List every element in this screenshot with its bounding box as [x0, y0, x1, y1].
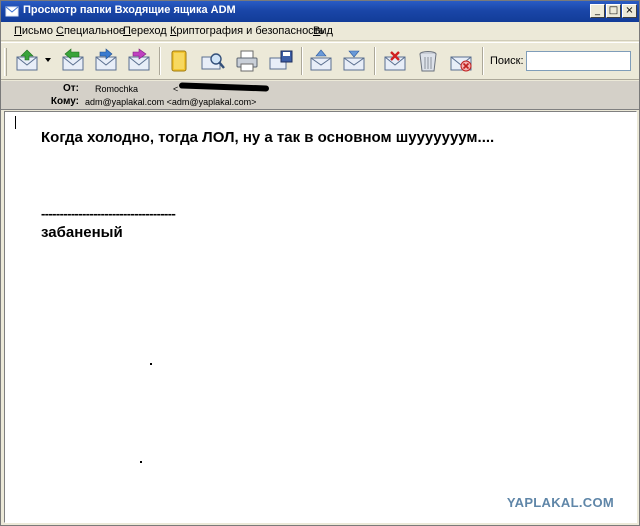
search-input[interactable]: [526, 51, 631, 71]
search-label: Поиск:: [490, 55, 524, 67]
next-message-icon[interactable]: [340, 47, 368, 75]
title-bar[interactable]: Просмотр папки Входящие ящика ADM _ □ ×: [1, 1, 639, 22]
junk-icon[interactable]: [447, 47, 475, 75]
save-icon[interactable]: [267, 47, 295, 75]
get-mail-icon[interactable]: [13, 47, 41, 75]
from-address[interactable]: <: [173, 84, 178, 94]
get-mail-dropdown-icon[interactable]: [45, 58, 51, 62]
trash-icon[interactable]: [414, 47, 442, 75]
menu-item-goto[interactable]: Переход: [123, 25, 167, 37]
message-header-pane: От: Romochka < Кому: adm@yaplakal.com <a…: [1, 81, 639, 110]
mail-window: Просмотр папки Входящие ящика ADM _ □ × …: [0, 0, 640, 526]
forward-icon[interactable]: [125, 47, 153, 75]
message-text-line: Когда холодно, тогда ЛОЛ, ну а так в осн…: [41, 129, 495, 146]
text-caret: [15, 116, 16, 129]
toolbar-separator: [159, 47, 161, 75]
toolbar-separator: [482, 47, 484, 75]
toolbar-grip[interactable]: [4, 48, 7, 76]
scan-speck: [150, 363, 152, 365]
menu-item-crypto[interactable]: Криптография и безопасность: [170, 25, 324, 37]
message-body[interactable]: Когда холодно, тогда ЛОЛ, ну а так в осн…: [4, 111, 637, 523]
to-label: Кому:: [50, 96, 79, 107]
previous-message-icon[interactable]: [307, 47, 335, 75]
find-icon[interactable]: [199, 47, 227, 75]
menu-item-view[interactable]: Вид: [313, 25, 333, 37]
signature-separator: ------------------------------------: [41, 206, 176, 221]
maximize-button[interactable]: □: [606, 4, 621, 18]
to-value[interactable]: adm@yaplakal.com <adm@yaplakal.com>: [85, 97, 256, 107]
mail-app-icon: [5, 6, 19, 17]
toolbar-separator: [374, 47, 376, 75]
signature-text: забаненый: [41, 224, 123, 241]
redaction-mark: [178, 82, 270, 92]
reply-all-icon[interactable]: [92, 47, 120, 75]
from-name[interactable]: Romochka: [95, 84, 138, 94]
menu-item-special[interactable]: Специальное: [56, 25, 125, 37]
minimize-button[interactable]: _: [590, 4, 605, 18]
toolbar: Поиск:: [1, 42, 639, 80]
reply-icon[interactable]: [59, 47, 87, 75]
toolbar-separator: [301, 47, 303, 75]
address-book-icon[interactable]: [165, 47, 193, 75]
delete-icon[interactable]: [381, 47, 409, 75]
menu-item-letter[interactable]: Письмо: [14, 25, 53, 37]
from-label: От:: [62, 83, 79, 94]
close-button[interactable]: ×: [622, 4, 637, 18]
window-title: Просмотр папки Входящие ящика ADM: [23, 4, 236, 16]
print-icon[interactable]: [233, 47, 261, 75]
scan-speck: [140, 461, 142, 463]
menu-bar: Письмо Специальное Переход Криптография …: [1, 22, 639, 41]
watermark-logo: YAPLAKAL.COM: [506, 495, 614, 510]
